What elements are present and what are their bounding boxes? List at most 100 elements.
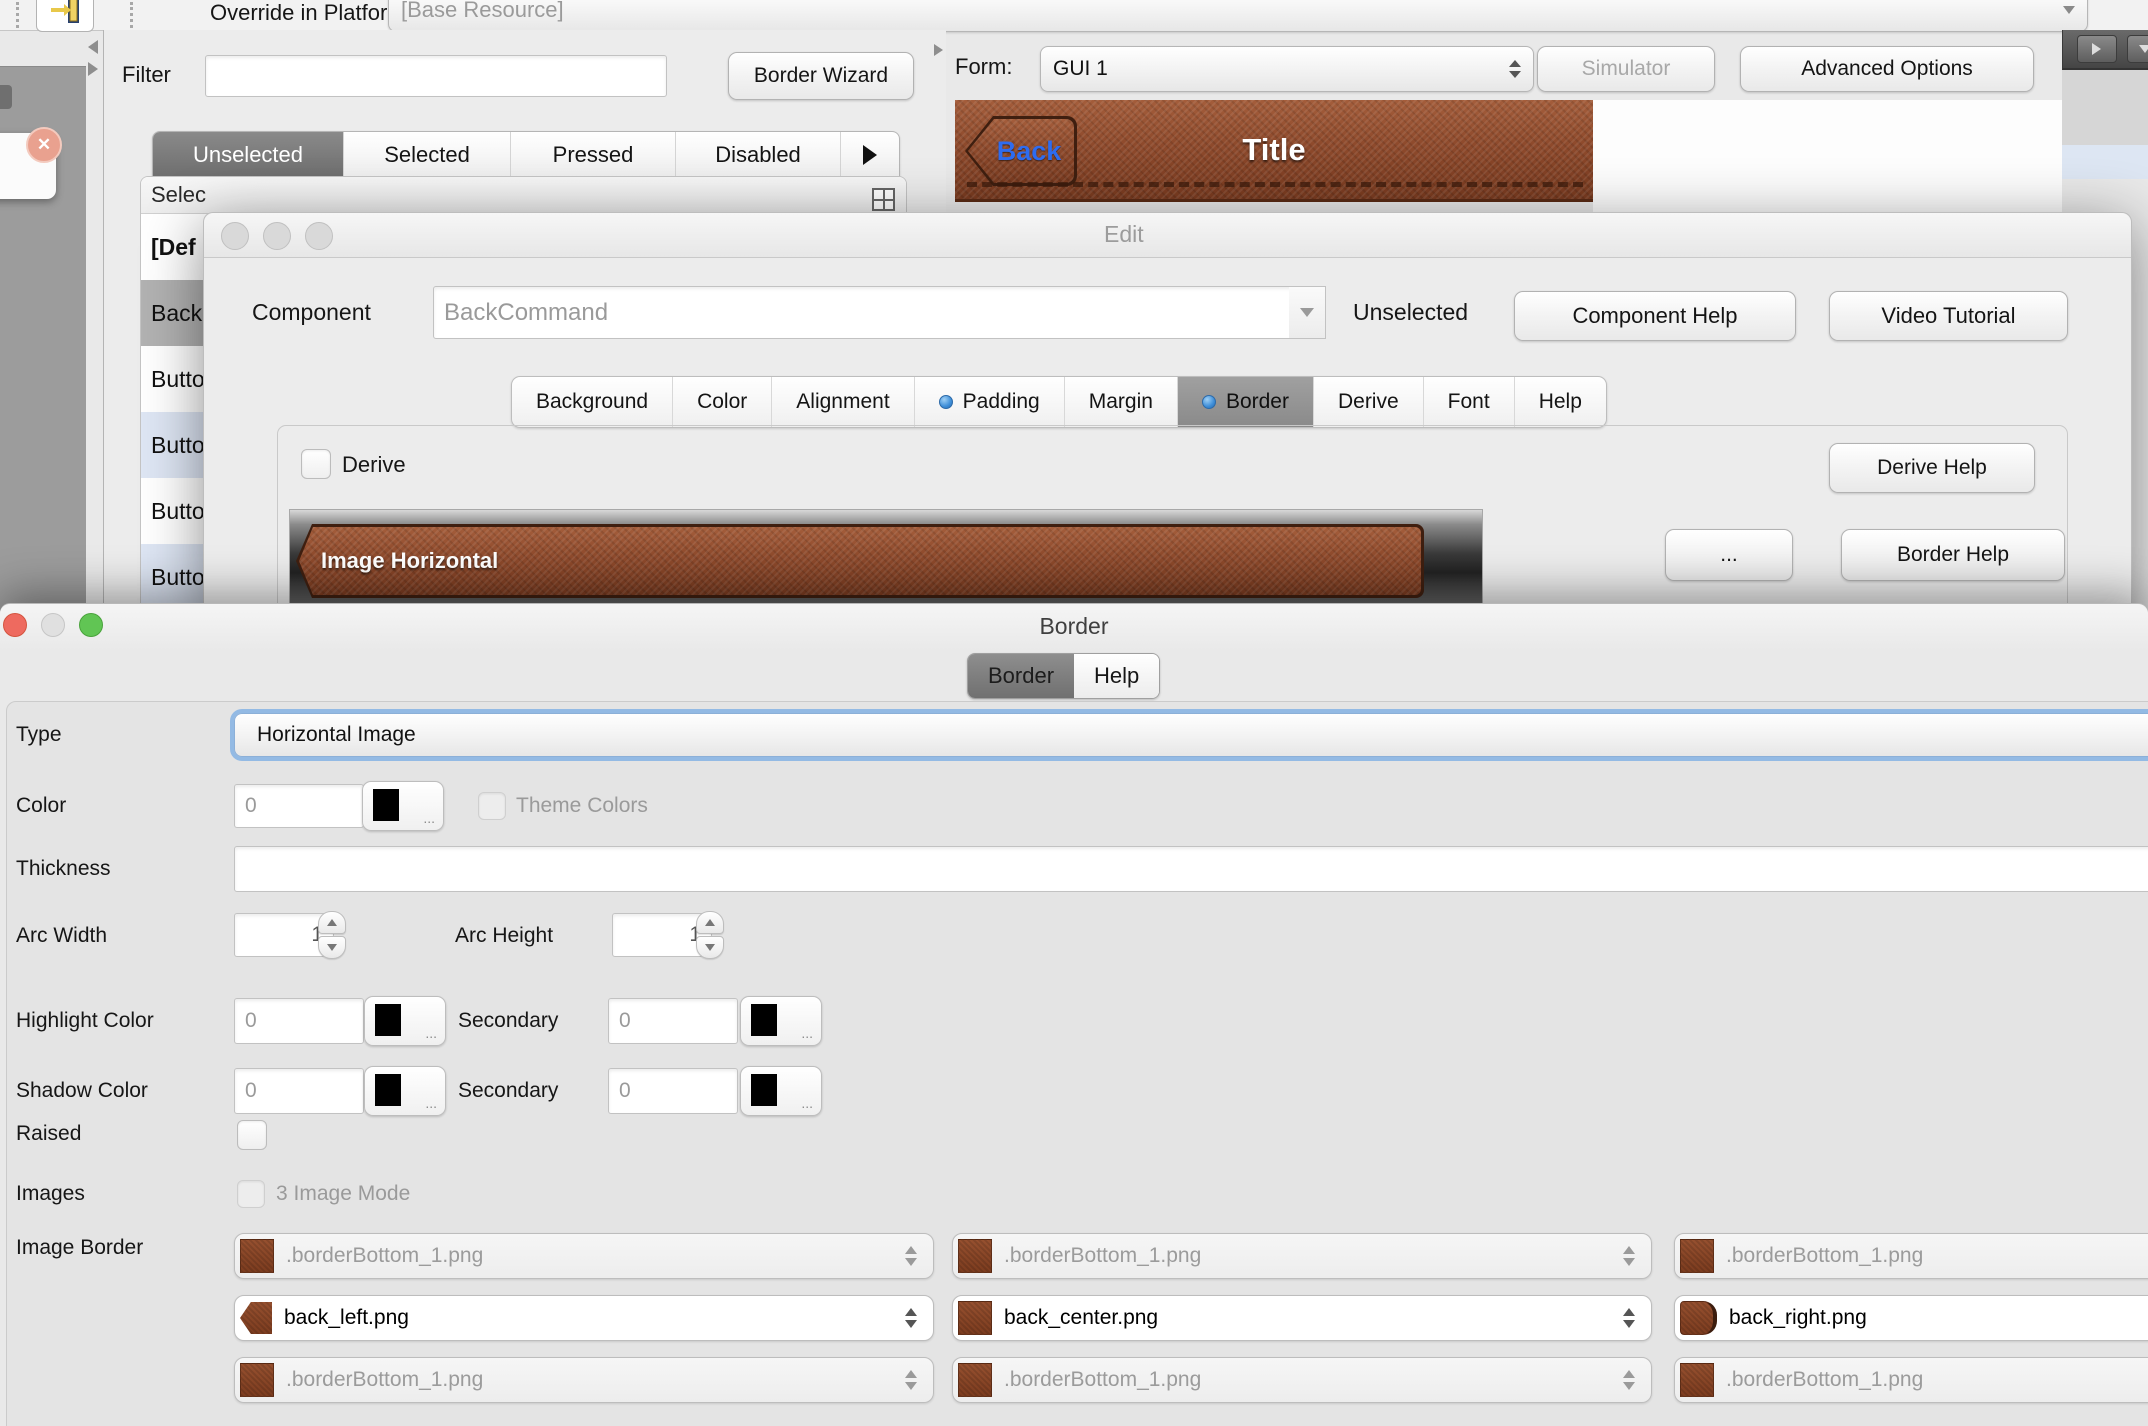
tab-selected[interactable]: Selected	[343, 132, 510, 177]
close-badge-icon[interactable]: ✕	[26, 127, 62, 163]
shadow-secondary-swatch-button[interactable]: ...	[740, 1066, 822, 1116]
shadow-color-label: Shadow Color	[16, 1079, 148, 1103]
component-combo-value: BackCommand	[444, 299, 608, 327]
preview-title-label: Title	[955, 132, 1593, 168]
image-combo-bottom-center[interactable]: .borderBottom_1.png	[952, 1357, 1652, 1403]
component-help-button[interactable]: Component Help	[1514, 291, 1796, 341]
minimize-traffic-light[interactable]	[263, 222, 291, 250]
tab-color[interactable]: Color	[672, 377, 771, 427]
theme-colors-checkbox[interactable]	[478, 792, 506, 820]
image-combo-bottom-left[interactable]: .borderBottom_1.png	[234, 1357, 934, 1403]
play-button[interactable]	[2077, 35, 2117, 63]
tab-border[interactable]: Border	[968, 654, 1074, 698]
image-combo-top-center[interactable]: .borderBottom_1.png	[952, 1233, 1652, 1279]
edit-state-label: Unselected	[1353, 299, 1468, 326]
component-combo-input[interactable]: BackCommand	[433, 286, 1311, 339]
back-center-thumb-icon	[958, 1301, 992, 1335]
exit-door-icon-button[interactable]	[36, 0, 94, 32]
state-tabs: Unselected Selected Pressed Disabled	[152, 131, 900, 178]
tab-unselected[interactable]: Unselected	[153, 132, 343, 177]
border-preview-frame: Image Horizontal	[289, 509, 1483, 615]
list-grid-icon[interactable]	[872, 188, 895, 211]
derive-help-button[interactable]: Derive Help	[1829, 443, 2035, 493]
arc-height-spinner[interactable]	[696, 911, 724, 959]
video-tutorial-button[interactable]: Video Tutorial	[1829, 291, 2068, 341]
image-mode-checkbox[interactable]	[237, 1180, 265, 1208]
tab-help[interactable]: Help	[1514, 377, 1606, 427]
tab-background[interactable]: Background	[512, 377, 672, 427]
form-title-bar-preview: Back Title	[955, 100, 1593, 202]
tab-border[interactable]: Border	[1177, 377, 1313, 427]
raised-label: Raised	[16, 1122, 81, 1146]
highlight-secondary-label: Secondary	[458, 1009, 558, 1033]
leather-thumb-icon	[1680, 1363, 1714, 1397]
form-combo-stepper-icon	[1509, 60, 1521, 78]
collapse-form-icon[interactable]	[934, 44, 943, 56]
simulator-button[interactable]: Simulator	[1537, 46, 1715, 92]
zoom-traffic-light[interactable]	[305, 222, 333, 250]
color-input[interactable]: 0	[234, 784, 364, 828]
border-more-button[interactable]: ...	[1665, 529, 1793, 581]
image-combo-bottom-right[interactable]: .borderBottom_1.png	[1674, 1357, 2148, 1403]
play-icon	[2092, 43, 2101, 55]
type-combo[interactable]: Horizontal Image	[234, 713, 2148, 757]
tab-pressed[interactable]: Pressed	[510, 132, 675, 177]
collapse-left-icon[interactable]	[88, 40, 98, 54]
edit-titlebar[interactable]: Edit	[204, 213, 2131, 258]
border-help-button[interactable]: Border Help	[1841, 529, 2065, 581]
expand-right-icon[interactable]	[88, 62, 98, 76]
highlight-color-value: 0	[245, 1009, 257, 1033]
shadow-color-input[interactable]: 0	[234, 1068, 364, 1114]
component-combo-arrow[interactable]	[1289, 286, 1326, 339]
highlight-swatch-button[interactable]: ...	[364, 996, 446, 1046]
highlight-color-input[interactable]: 0	[234, 998, 364, 1044]
image-combo-right[interactable]: back_right.png	[1674, 1295, 2148, 1341]
filter-input[interactable]	[205, 55, 667, 97]
border-titlebar[interactable]: Border	[0, 604, 2148, 650]
shadow-secondary-input[interactable]: 0	[608, 1068, 738, 1114]
form-preview-canvas	[1593, 100, 2062, 212]
highlight-secondary-swatch	[751, 1004, 777, 1036]
tab-font[interactable]: Font	[1423, 377, 1514, 427]
arc-width-spinner[interactable]	[318, 911, 346, 959]
advanced-options-button[interactable]: Advanced Options	[1740, 46, 2034, 92]
spinner-down-icon	[705, 944, 715, 951]
tab-disabled[interactable]: Disabled	[675, 132, 840, 177]
combo-stepper-icon	[905, 1370, 917, 1390]
image-combo-top-right[interactable]: .borderBottom_1.png	[1674, 1233, 2148, 1279]
screen: Override in Platform: [Base Resource] ✕ …	[0, 0, 2148, 1426]
color-swatch-button[interactable]: ...	[362, 781, 444, 831]
tab-derive[interactable]: Derive	[1313, 377, 1423, 427]
dropdown-button[interactable]	[2127, 35, 2148, 63]
edit-style-tabs: Background Color Alignment Padding Margi…	[511, 376, 1607, 428]
border-window-title: Border	[0, 613, 2148, 640]
raised-checkbox[interactable]	[237, 1120, 267, 1150]
tab-help[interactable]: Help	[1074, 654, 1159, 698]
tab-padding[interactable]: Padding	[914, 377, 1064, 427]
form-combo[interactable]: GUI 1	[1040, 46, 1534, 92]
shadow-swatch-button[interactable]: ...	[364, 1066, 446, 1116]
tab-margin[interactable]: Margin	[1064, 377, 1177, 427]
form-label: Form:	[955, 54, 1012, 80]
combo-stepper-icon	[905, 1308, 917, 1328]
highlight-color-label: Highlight Color	[16, 1009, 154, 1033]
border-wizard-button[interactable]: Border Wizard	[728, 52, 914, 100]
image-combo-top-left[interactable]: .borderBottom_1.png	[234, 1233, 934, 1279]
override-platform-combo[interactable]: [Base Resource]	[388, 0, 2088, 32]
highlight-secondary-input[interactable]: 0	[608, 998, 738, 1044]
combo-stepper-icon	[1623, 1246, 1635, 1266]
thickness-input[interactable]	[234, 846, 2148, 892]
image-mode-label: 3 Image Mode	[276, 1182, 410, 1206]
tabs-overflow-arrow-icon[interactable]	[840, 132, 899, 177]
combo-stepper-icon	[1623, 1308, 1635, 1328]
image-combo-left[interactable]: back_left.png	[234, 1295, 934, 1341]
color-label: Color	[16, 794, 66, 818]
right-toolbar	[2062, 30, 2148, 70]
derive-checkbox[interactable]	[301, 449, 331, 479]
close-traffic-light[interactable]	[221, 222, 249, 250]
highlight-secondary-swatch-button[interactable]: ...	[740, 996, 822, 1046]
image-combo-center[interactable]: back_center.png	[952, 1295, 1652, 1341]
tab-alignment[interactable]: Alignment	[771, 377, 913, 427]
arc-height-label: Arc Height	[455, 924, 553, 948]
list-header-label: Selec	[151, 182, 206, 208]
